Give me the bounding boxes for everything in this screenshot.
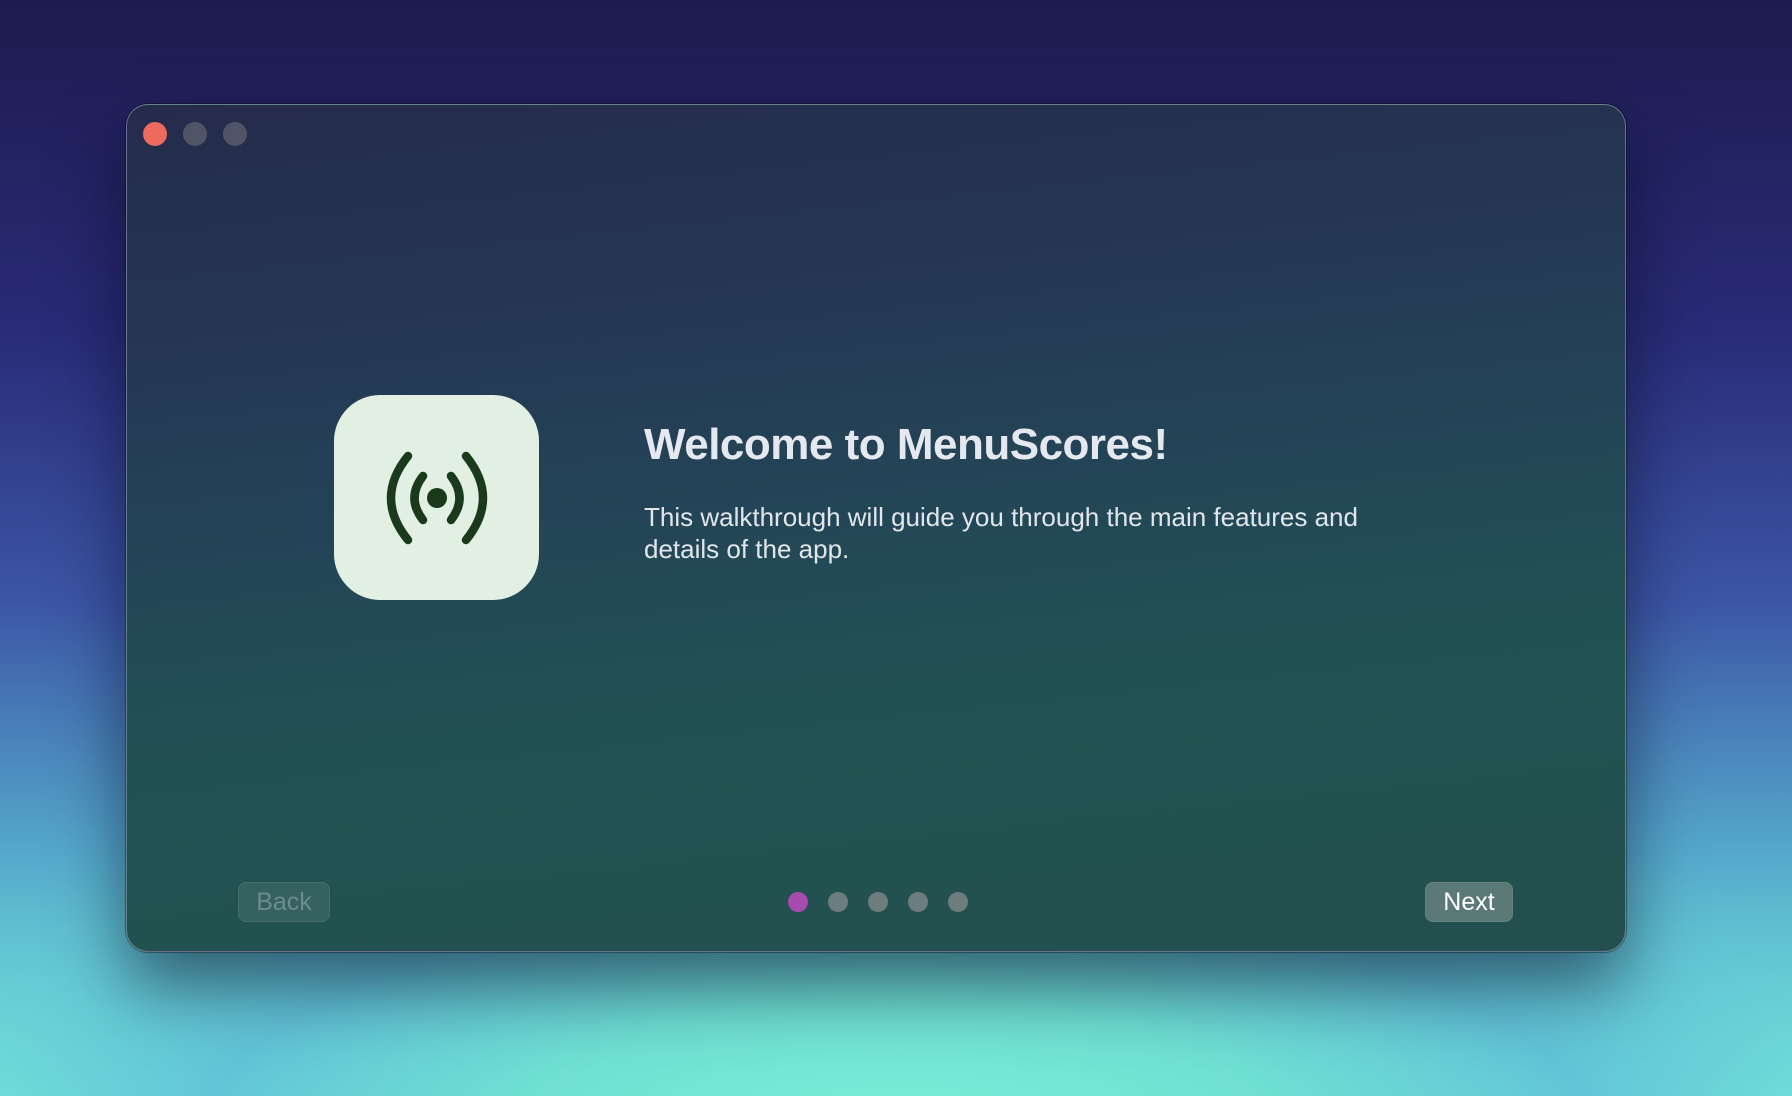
minimize-window-button[interactable] (183, 122, 207, 146)
broadcast-signal-icon (386, 451, 487, 544)
page-dot-3[interactable] (868, 892, 888, 912)
page-dot-2[interactable] (828, 892, 848, 912)
next-button[interactable]: Next (1425, 882, 1513, 922)
onboarding-window: Welcome to MenuScores! This walkthrough … (126, 104, 1626, 952)
zoom-window-button[interactable] (223, 122, 247, 146)
welcome-description: This walkthrough will guide you through … (644, 502, 1358, 565)
app-icon (334, 395, 539, 600)
back-button[interactable]: Back (238, 882, 330, 922)
page-title: Welcome to MenuScores! (644, 420, 1168, 469)
page-dot-1[interactable] (788, 892, 808, 912)
page-dot-5[interactable] (948, 892, 968, 912)
page-dot-4[interactable] (908, 892, 928, 912)
window-controls (143, 122, 247, 146)
close-window-button[interactable] (143, 122, 167, 146)
welcome-content: Welcome to MenuScores! This walkthrough … (644, 420, 1464, 565)
page-indicator (788, 892, 968, 912)
